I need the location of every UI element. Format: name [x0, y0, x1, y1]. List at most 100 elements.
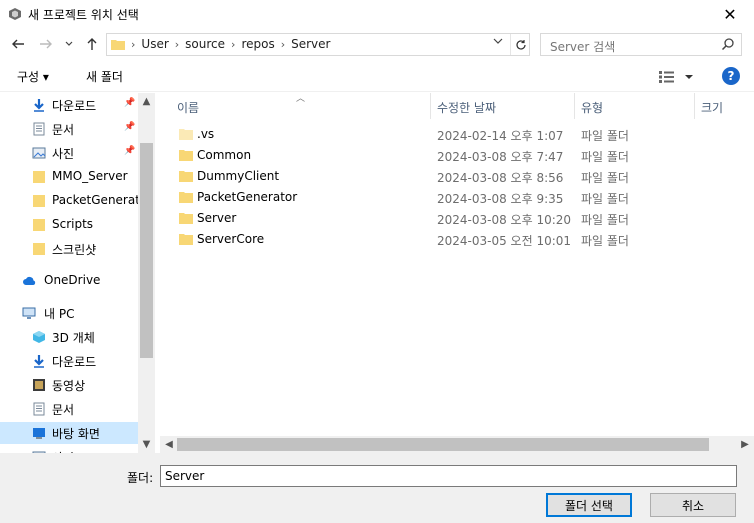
column-header-name[interactable]: 이름: [177, 99, 199, 116]
search-placeholder: Server 검색: [550, 40, 616, 54]
scroll-right-icon[interactable]: ▶: [738, 436, 752, 453]
refresh-icon[interactable]: [510, 34, 530, 55]
sidebar-item[interactable]: 스크린샷: [0, 238, 138, 260]
pictures-icon: [32, 147, 46, 159]
scroll-down-icon[interactable]: ▼: [138, 436, 155, 453]
sidebar-item[interactable]: 문서 📌: [0, 118, 138, 140]
breadcrumb-item-source[interactable]: source: [185, 37, 225, 51]
sidebar-item[interactable]: PacketGenerator: [0, 190, 152, 212]
cancel-button[interactable]: 취소: [650, 493, 736, 517]
sidebar-scrollbar[interactable]: ▲ ▼: [138, 93, 155, 453]
file-name: Server: [197, 211, 237, 225]
folder-label: 폴더:: [127, 471, 154, 485]
sidebar-item[interactable]: OneDrive: [0, 270, 138, 292]
sidebar-item[interactable]: 내 PC: [0, 302, 138, 324]
sidebar-item[interactable]: 문서: [0, 398, 138, 420]
file-modified: 2024-03-08 오후 10:20: [437, 213, 572, 227]
command-bar: 구성 ▾ 새 폴더 ?: [0, 62, 754, 92]
file-name: .vs: [197, 127, 215, 141]
breadcrumb-item-server[interactable]: Server: [291, 37, 330, 51]
sidebar-item-label: MMO_Server: [52, 169, 128, 183]
scroll-left-icon[interactable]: ◀: [162, 436, 176, 453]
scrollbar-thumb[interactable]: [140, 143, 153, 358]
file-name: Common: [197, 148, 252, 162]
up-arrow-icon[interactable]: [82, 34, 102, 54]
column-divider[interactable]: [574, 93, 575, 119]
file-type: 파일 폴더: [581, 171, 629, 185]
file-row[interactable]: ServerCore 2024-03-05 오전 10:01 파일 폴더: [170, 229, 640, 250]
sidebar-item[interactable]: 동영상: [0, 374, 138, 396]
help-icon[interactable]: ?: [722, 67, 740, 85]
sidebar-item[interactable]: 3D 개체: [0, 326, 138, 348]
file-list: ︿ 이름 수정한 날짜 유형 크기 .vs 2024-02-14 오후 1:07 파…: [160, 93, 754, 453]
pc-icon: [22, 307, 36, 319]
title-bar: 새 프로젝트 위치 선택 ✕: [0, 0, 754, 28]
breadcrumb-chevron-icon[interactable]: ›: [281, 38, 285, 51]
folder-icon: [179, 192, 193, 203]
organize-button[interactable]: 구성 ▾: [17, 68, 49, 85]
file-type: 파일 폴더: [581, 150, 629, 164]
file-name: DummyClient: [197, 169, 280, 183]
forward-arrow-icon[interactable]: [36, 34, 56, 54]
column-divider[interactable]: [694, 93, 695, 119]
search-input[interactable]: Server 검색: [540, 33, 742, 56]
file-type: 파일 폴더: [581, 129, 629, 143]
sidebar-item[interactable]: 사진: [0, 446, 138, 453]
breadcrumb: › User › source › repos › Server: [131, 37, 330, 51]
sidebar-item[interactable]: 다운로드: [0, 350, 138, 372]
file-modified: 2024-03-08 오후 7:47: [437, 150, 564, 164]
breadcrumb-chevron-icon[interactable]: ›: [231, 38, 235, 51]
sidebar-item[interactable]: 바탕 화면: [0, 422, 138, 444]
horizontal-scrollbar[interactable]: ◀ ▶: [160, 436, 754, 453]
back-arrow-icon[interactable]: [8, 34, 28, 54]
file-row[interactable]: DummyClient 2024-03-08 오후 8:56 파일 폴더: [170, 166, 640, 187]
close-button[interactable]: ✕: [706, 0, 754, 28]
folder-icon: [33, 219, 45, 231]
recent-locations-chevron-icon[interactable]: [62, 34, 76, 54]
navigation-pane: 다운로드 📌 문서 📌 사진 📌 MMO_Server PacketGenerator Scri…: [0, 93, 155, 453]
address-dropdown-chevron-icon[interactable]: [493, 37, 503, 48]
document-icon: [33, 122, 45, 136]
folder-icon: [179, 171, 193, 182]
folder-icon: [179, 234, 193, 245]
scrollbar-thumb[interactable]: [177, 438, 709, 451]
file-name: ServerCore: [197, 232, 265, 246]
scroll-up-icon[interactable]: ▲: [138, 93, 155, 110]
new-folder-button[interactable]: 새 폴더: [86, 68, 123, 85]
breadcrumb-item-repos[interactable]: repos: [241, 37, 274, 51]
file-row[interactable]: Server 2024-03-08 오후 10:20 파일 폴더: [170, 208, 640, 229]
file-modified: 2024-03-08 오후 9:35: [437, 192, 564, 206]
view-options-icon[interactable]: [658, 70, 698, 84]
file-modified: 2024-03-08 오후 8:56: [437, 171, 564, 185]
sort-ascending-icon: ︿: [296, 94, 306, 104]
sidebar-item[interactable]: 다운로드 📌: [0, 94, 138, 116]
sidebar-item[interactable]: MMO_Server: [0, 166, 138, 188]
column-header-type[interactable]: 유형: [581, 99, 603, 116]
column-header-size[interactable]: 크기: [701, 99, 723, 116]
folder-icon: [111, 40, 125, 50]
download-arrow-icon: [34, 355, 44, 368]
sidebar-item-label: Scripts: [52, 217, 94, 231]
sidebar-item[interactable]: Scripts: [0, 214, 138, 236]
file-type: 파일 폴더: [581, 213, 629, 227]
breadcrumb-chevron-icon[interactable]: ›: [175, 38, 179, 51]
folder-icon: [33, 171, 45, 183]
visual-studio-icon: [9, 8, 21, 20]
folder-name-field[interactable]: [160, 465, 737, 487]
file-row[interactable]: Common 2024-03-08 오후 7:47 파일 폴더: [170, 145, 640, 166]
file-row[interactable]: PacketGenerator 2024-03-08 오후 9:35 파일 폴더: [170, 187, 640, 208]
sidebar-item-label: 사진: [52, 147, 75, 161]
select-folder-button[interactable]: 폴더 선택: [546, 493, 632, 517]
address-bar[interactable]: › User › source › repos › Server: [106, 33, 530, 56]
column-divider[interactable]: [430, 93, 431, 119]
window-title: 새 프로젝트 위치 선택: [28, 8, 139, 22]
file-row[interactable]: .vs 2024-02-14 오후 1:07 파일 폴더: [170, 124, 640, 145]
breadcrumb-chevron-icon: ›: [131, 37, 136, 51]
sidebar-item-label: 다운로드: [52, 355, 97, 369]
breadcrumb-item-user[interactable]: User: [141, 37, 168, 51]
sidebar-item-label: 스크린샷: [52, 243, 97, 257]
column-header-modified[interactable]: 수정한 날짜: [437, 99, 496, 116]
sidebar-item-label: OneDrive: [44, 273, 101, 287]
sidebar-item[interactable]: 사진 📌: [0, 142, 138, 164]
3d-objects-icon: [33, 331, 45, 343]
